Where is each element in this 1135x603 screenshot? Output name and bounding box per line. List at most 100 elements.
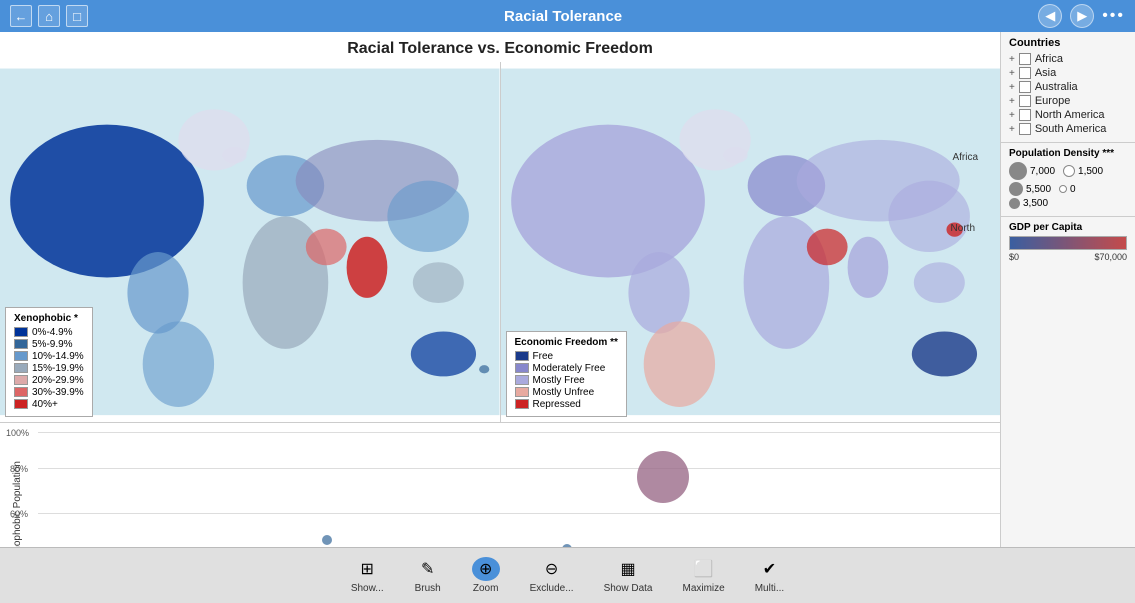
econ-label-2: Mostly Free xyxy=(533,375,585,386)
tool-exclude[interactable]: ⊖ Exclude... xyxy=(530,557,574,594)
africa-expand[interactable]: + xyxy=(1009,54,1015,65)
density-row-3: 3,500 xyxy=(1009,198,1127,209)
australia-name: Australia xyxy=(1035,81,1078,93)
country-item-north-america[interactable]: + North America xyxy=(1009,109,1127,121)
scatter-dot-large[interactable] xyxy=(637,451,689,503)
density-label-5500: 5,500 xyxy=(1026,184,1051,195)
tool-multi[interactable]: ✔ Multi... xyxy=(755,557,784,594)
asia-checkbox[interactable] xyxy=(1019,67,1031,79)
scatter-dot-4[interactable] xyxy=(322,535,332,545)
econ-legend-title: Economic Freedom ** xyxy=(515,337,618,348)
countries-title: Countries xyxy=(1009,37,1127,49)
southamerica-expand[interactable]: + xyxy=(1009,124,1015,135)
topbar-right: ◀ ▶ ••• xyxy=(1038,4,1125,28)
econ-item-4: Repressed xyxy=(515,399,618,410)
southamerica-checkbox[interactable] xyxy=(1019,123,1031,135)
density-title: Population Density *** xyxy=(1009,148,1127,159)
africa-name: Africa xyxy=(1035,53,1063,65)
legend-item-2: 10%-14.9% xyxy=(14,351,84,362)
econ-color-3 xyxy=(515,387,529,397)
density-label-1500: 1,500 xyxy=(1078,166,1103,177)
legend-label-2: 10%-14.9% xyxy=(32,351,84,362)
density-circle-1500 xyxy=(1063,165,1075,177)
asia-expand[interactable]: + xyxy=(1009,68,1015,79)
chart-area: Racial Tolerance vs. Economic Freedom xyxy=(0,32,1000,603)
exclude-icon: ⊖ xyxy=(538,557,566,581)
density-item-3500: 3,500 xyxy=(1009,198,1048,209)
legend-item-6: 40%+ xyxy=(14,399,84,410)
legend-color-4 xyxy=(14,375,28,385)
legend-color-2 xyxy=(14,351,28,361)
density-item-5500: 5,500 xyxy=(1009,182,1051,196)
y-tick-100: 100% xyxy=(6,428,29,438)
gdp-legend: GDP per Capita $0 $70,000 xyxy=(1001,216,1135,267)
nav-back-button[interactable]: ◀ xyxy=(1038,4,1062,28)
density-legend: Population Density *** 7,000 1,500 5,500 xyxy=(1001,143,1135,216)
legend-label-4: 20%-29.9% xyxy=(32,375,84,386)
legend-label-3: 15%-19.9% xyxy=(32,363,84,374)
northamerica-name: North America xyxy=(1035,109,1105,121)
europe-expand[interactable]: + xyxy=(1009,96,1015,107)
toolbar: ⊞ Show... ✎ Brush ⊕ Zoom ⊖ Exclude... ▦ … xyxy=(0,547,1135,603)
tool-maximize[interactable]: ⬜ Maximize xyxy=(682,557,724,594)
econ-color-2 xyxy=(515,375,529,385)
density-circle-3500 xyxy=(1009,198,1020,209)
density-label-7000: 7,000 xyxy=(1030,166,1055,177)
show-label: Show... xyxy=(351,583,384,594)
show-data-label: Show Data xyxy=(604,583,653,594)
density-item-7000: 7,000 xyxy=(1009,162,1055,180)
brush-icon: ✎ xyxy=(414,557,442,581)
countries-legend: Countries + Africa + Asia + Australia + … xyxy=(1001,32,1135,143)
topbar: ← ⌂ □ Racial Tolerance ◀ ▶ ••• xyxy=(0,0,1135,32)
density-circle-7000 xyxy=(1009,162,1027,180)
density-row-1: 7,000 1,500 xyxy=(1009,162,1127,180)
nav-forward-button[interactable]: ▶ xyxy=(1070,4,1094,28)
southamerica-name: South America xyxy=(1035,123,1107,135)
northamerica-expand[interactable]: + xyxy=(1009,110,1015,121)
econ-label-4: Repressed xyxy=(533,399,581,410)
exclude-label: Exclude... xyxy=(530,583,574,594)
australia-expand[interactable]: + xyxy=(1009,82,1015,93)
density-circle-0 xyxy=(1059,185,1067,193)
density-row-2: 5,500 0 xyxy=(1009,182,1127,196)
maximize-label: Maximize xyxy=(682,583,724,594)
add-icon[interactable]: □ xyxy=(66,5,88,27)
tool-show-data[interactable]: ▦ Show Data xyxy=(604,557,653,594)
y-tick-60: 60% xyxy=(10,509,28,519)
zoom-icon: ⊕ xyxy=(472,557,500,581)
legend-label-5: 30%-39.9% xyxy=(32,387,84,398)
econ-item-0: Free xyxy=(515,351,618,362)
map-panel-right: North Africa Economic Freedom ** Free Mo… xyxy=(501,62,1001,422)
econ-item-2: Mostly Free xyxy=(515,375,618,386)
northamerica-checkbox[interactable] xyxy=(1019,109,1031,121)
australia-checkbox[interactable] xyxy=(1019,81,1031,93)
gdp-title: GDP per Capita xyxy=(1009,222,1127,233)
more-options-button[interactable]: ••• xyxy=(1102,7,1125,25)
zoom-label: Zoom xyxy=(473,583,499,594)
back-arrow-icon[interactable]: ← xyxy=(10,5,32,27)
topbar-left: ← ⌂ □ xyxy=(10,5,88,27)
tool-zoom[interactable]: ⊕ Zoom xyxy=(472,557,500,594)
legend-label-1: 5%-9.9% xyxy=(32,339,73,350)
country-item-asia[interactable]: + Asia xyxy=(1009,67,1127,79)
tool-brush[interactable]: ✎ Brush xyxy=(414,557,442,594)
country-item-europe[interactable]: + Europe xyxy=(1009,95,1127,107)
density-item-1500: 1,500 xyxy=(1063,162,1103,180)
xeno-legend: Xenophobic * 0%-4.9% 5%-9.9% 10%-14.9% xyxy=(5,307,93,417)
country-item-australia[interactable]: + Australia xyxy=(1009,81,1127,93)
tool-show[interactable]: ⊞ Show... xyxy=(351,557,384,594)
europe-name: Europe xyxy=(1035,95,1070,107)
europe-checkbox[interactable] xyxy=(1019,95,1031,107)
home-icon[interactable]: ⌂ xyxy=(38,5,60,27)
show-data-icon: ▦ xyxy=(614,557,642,581)
econ-item-1: Moderately Free xyxy=(515,363,618,374)
country-item-africa[interactable]: + Africa xyxy=(1009,53,1127,65)
country-item-south-america[interactable]: + South America xyxy=(1009,123,1127,135)
econ-color-0 xyxy=(515,351,529,361)
show-icon: ⊞ xyxy=(353,557,381,581)
africa-checkbox[interactable] xyxy=(1019,53,1031,65)
legend-label-6: 40%+ xyxy=(32,399,58,410)
y-tick-80: 80% xyxy=(10,464,28,474)
legend-item-1: 5%-9.9% xyxy=(14,339,84,350)
legend-color-5 xyxy=(14,387,28,397)
